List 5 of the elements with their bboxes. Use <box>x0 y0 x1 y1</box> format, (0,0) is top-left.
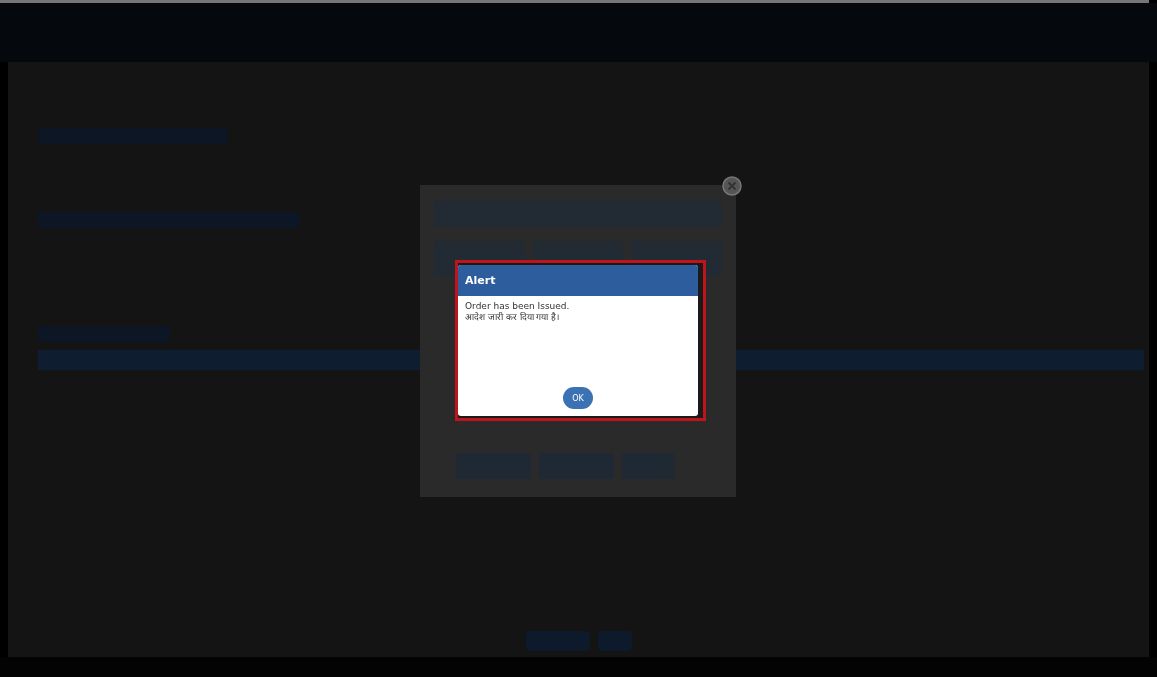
dialog-title: Alert <box>465 274 496 287</box>
message-text: आदेश जारी कर दिया गया है। <box>465 312 561 323</box>
ok-button[interactable]: OK <box>563 387 593 409</box>
message-text: Order has been Issued. <box>465 301 571 312</box>
close-icon[interactable] <box>722 176 742 196</box>
